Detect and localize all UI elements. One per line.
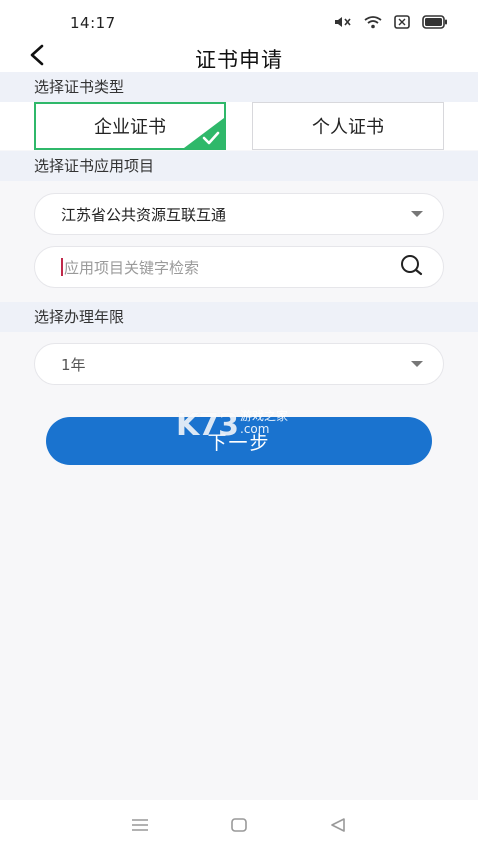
search-placeholder: 应用项目关键字检索 [64, 258, 200, 277]
mute-icon [332, 14, 352, 33]
personal-cert-label: 个人证书 [312, 117, 384, 138]
nav-bar: 证书申请 [0, 40, 478, 74]
home-icon[interactable] [219, 810, 259, 840]
battery-icon [422, 14, 448, 33]
next-step-label: 下一步 [207, 432, 271, 454]
page-title: 证书申请 [195, 48, 283, 72]
sim-icon [394, 14, 410, 33]
check-icon [184, 118, 224, 148]
enterprise-cert-button[interactable]: 企业证书 [34, 102, 226, 150]
personal-cert-button[interactable]: 个人证书 [252, 102, 444, 150]
cert-type-section-label: 选择证书类型 [0, 72, 478, 102]
project-section-label: 选择证书应用项目 [0, 151, 478, 181]
caret-down-icon [411, 361, 423, 367]
caret-down-icon [411, 211, 423, 217]
duration-select[interactable]: 1年 [34, 343, 444, 385]
menu-icon[interactable] [120, 810, 160, 840]
project-select[interactable]: 江苏省公共资源互联互通 [34, 193, 444, 235]
enterprise-cert-label: 企业证书 [94, 117, 166, 138]
status-time: 14:17 [70, 14, 116, 32]
duration-section-label: 选择办理年限 [0, 302, 478, 332]
project-select-value: 江苏省公共资源互联互通 [61, 205, 227, 224]
system-nav-bar [0, 800, 478, 850]
wifi-icon [364, 14, 382, 33]
cert-type-options: 企业证书 个人证书 [0, 102, 478, 150]
next-step-button[interactable]: 下一步 [46, 417, 432, 465]
text-cursor [61, 258, 63, 276]
back-triangle-icon[interactable] [318, 810, 358, 840]
project-search-input[interactable]: 应用项目关键字检索 [34, 246, 444, 288]
search-icon[interactable] [399, 253, 423, 281]
duration-select-value: 1年 [61, 355, 86, 374]
status-icons [332, 14, 448, 33]
